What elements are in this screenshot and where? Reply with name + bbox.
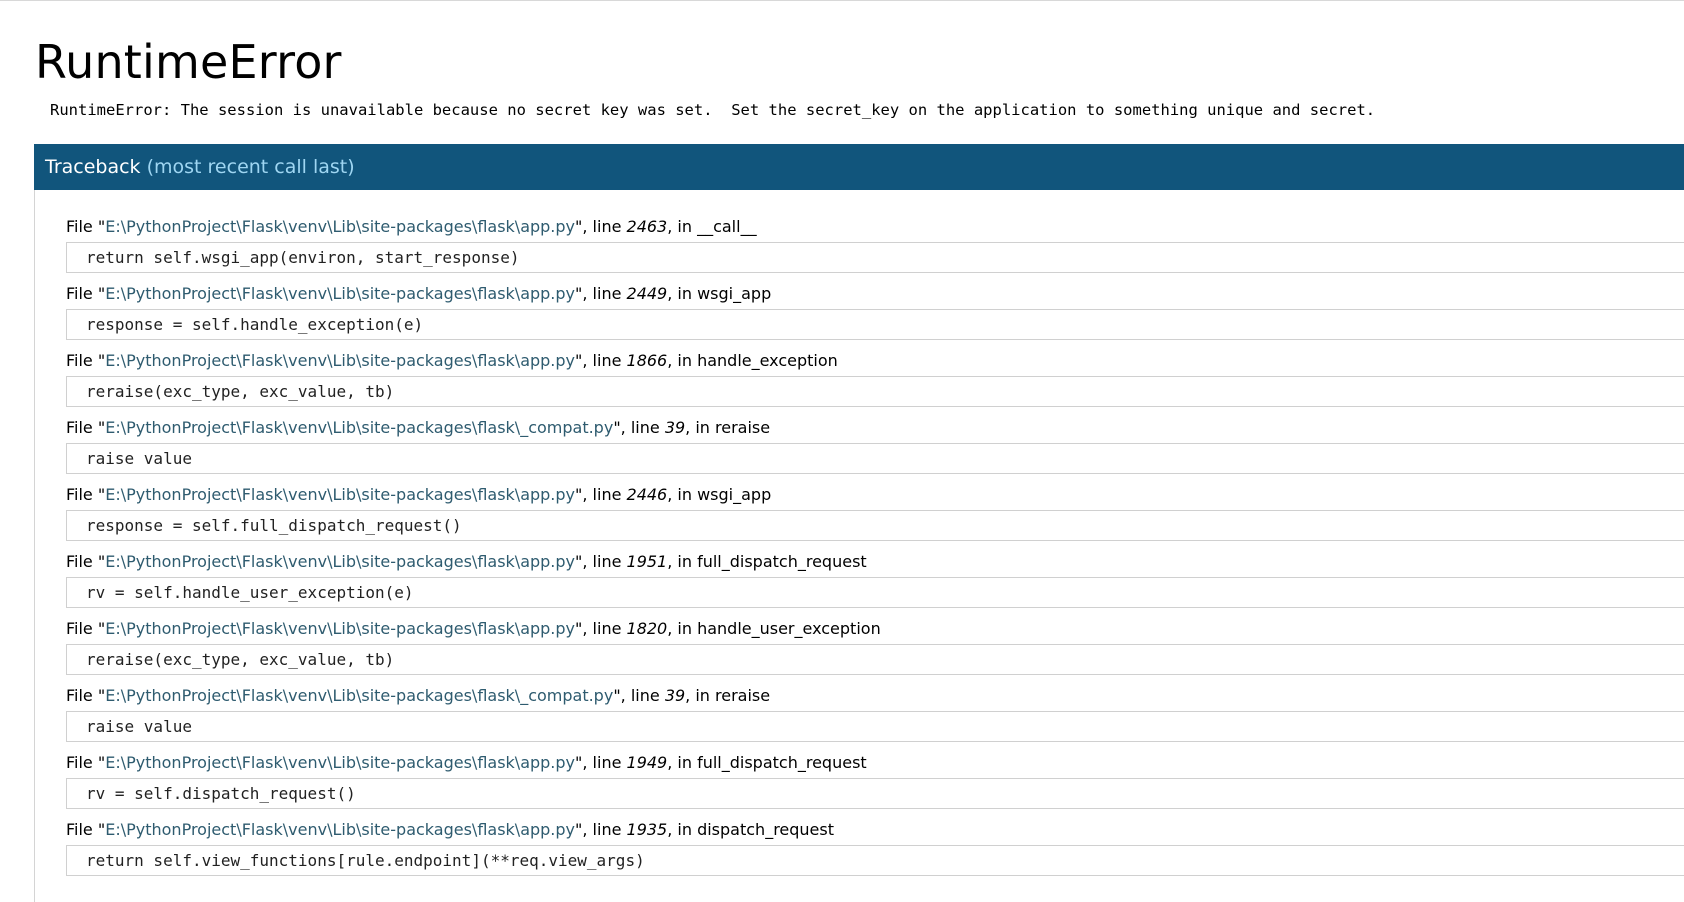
frame-lineno: 2449 [626, 284, 668, 303]
frame-lineno: 39 [664, 686, 686, 705]
frame-filename: E:\PythonProject\Flask\venv\Lib\site-pac… [105, 820, 576, 839]
frame-source-line[interactable]: rv = self.dispatch_request() [66, 778, 1684, 809]
frame-lineno: 2446 [626, 485, 668, 504]
frame-source-line[interactable]: rv = self.handle_user_exception(e) [66, 577, 1684, 608]
frame-location: File "E:\PythonProject\Flask\venv\Lib\si… [66, 284, 1684, 304]
frame-location: File "E:\PythonProject\Flask\venv\Lib\si… [66, 753, 1684, 773]
frame-function: dispatch_request [697, 820, 835, 839]
debugger-page: RuntimeError RuntimeError: The session i… [0, 0, 1684, 902]
traceback-frame: File "E:\PythonProject\Flask\venv\Lib\si… [66, 351, 1684, 407]
frame-line-prefix: ", line [613, 686, 665, 705]
frame-file-prefix: File " [66, 485, 106, 504]
frame-line-prefix: ", line [575, 284, 627, 303]
traceback-frame: File "E:\PythonProject\Flask\venv\Lib\si… [66, 217, 1684, 273]
frame-function: reraise [715, 686, 771, 705]
frame-lineno: 1820 [626, 619, 668, 638]
frame-file-prefix: File " [66, 418, 106, 437]
traceback-frame: File "E:\PythonProject\Flask\venv\Lib\si… [66, 485, 1684, 541]
frame-lineno: 2463 [626, 217, 668, 236]
top-divider [0, 0, 1684, 1]
frame-filename: E:\PythonProject\Flask\venv\Lib\site-pac… [105, 485, 576, 504]
frame-lineno: 1866 [626, 351, 668, 370]
frame-lineno: 39 [664, 418, 686, 437]
frame-location: File "E:\PythonProject\Flask\venv\Lib\si… [66, 820, 1684, 840]
frame-function: full_dispatch_request [697, 753, 867, 772]
frame-line-prefix: ", line [575, 351, 627, 370]
frame-file-prefix: File " [66, 753, 106, 772]
frame-func-prefix: , in [667, 552, 698, 571]
frame-function: reraise [715, 418, 771, 437]
frame-filename: E:\PythonProject\Flask\venv\Lib\site-pac… [105, 284, 576, 303]
frame-location: File "E:\PythonProject\Flask\venv\Lib\si… [66, 485, 1684, 505]
traceback-header-label: Traceback [45, 156, 141, 178]
frame-filename: E:\PythonProject\Flask\venv\Lib\site-pac… [105, 217, 576, 236]
frame-file-prefix: File " [66, 686, 106, 705]
frame-lineno: 1951 [626, 552, 668, 571]
frame-location: File "E:\PythonProject\Flask\venv\Lib\si… [66, 217, 1684, 237]
frame-source-line[interactable]: raise value [66, 443, 1684, 474]
frame-lineno: 1949 [626, 753, 668, 772]
frame-function: __call__ [697, 217, 757, 236]
traceback-frame: File "E:\PythonProject\Flask\venv\Lib\si… [66, 619, 1684, 675]
traceback-header-subtitle: (most recent call last) [146, 156, 355, 178]
frame-func-prefix: , in [667, 284, 698, 303]
frame-func-prefix: , in [667, 351, 698, 370]
frame-filename: E:\PythonProject\Flask\venv\Lib\site-pac… [105, 351, 576, 370]
frame-func-prefix: , in [667, 485, 698, 504]
frame-line-prefix: ", line [613, 418, 665, 437]
error-message: RuntimeError: The session is unavailable… [50, 101, 1376, 119]
frame-func-prefix: , in [685, 418, 716, 437]
traceback-header[interactable]: Traceback (most recent call last) [34, 144, 1684, 190]
frame-line-prefix: ", line [575, 820, 627, 839]
frame-source-line[interactable]: reraise(exc_type, exc_value, tb) [66, 644, 1684, 675]
frame-source-line[interactable]: response = self.full_dispatch_request() [66, 510, 1684, 541]
frame-function: full_dispatch_request [697, 552, 867, 571]
frame-filename: E:\PythonProject\Flask\venv\Lib\site-pac… [105, 619, 576, 638]
frame-source-line[interactable]: return self.view_functions[rule.endpoint… [66, 845, 1684, 876]
frame-location: File "E:\PythonProject\Flask\venv\Lib\si… [66, 619, 1684, 639]
frame-source-line[interactable]: reraise(exc_type, exc_value, tb) [66, 376, 1684, 407]
frame-line-prefix: ", line [575, 753, 627, 772]
frame-location: File "E:\PythonProject\Flask\venv\Lib\si… [66, 552, 1684, 572]
frame-source-line[interactable]: raise value [66, 711, 1684, 742]
frame-file-prefix: File " [66, 351, 106, 370]
frame-func-prefix: , in [685, 686, 716, 705]
traceback-frame: File "E:\PythonProject\Flask\venv\Lib\si… [66, 284, 1684, 340]
traceback-frames: File "E:\PythonProject\Flask\venv\Lib\si… [34, 190, 1684, 902]
frame-function: handle_exception [697, 351, 838, 370]
traceback-frame: File "E:\PythonProject\Flask\venv\Lib\si… [66, 753, 1684, 809]
frame-line-prefix: ", line [575, 217, 627, 236]
frame-filename: E:\PythonProject\Flask\venv\Lib\site-pac… [105, 753, 576, 772]
frame-source-line[interactable]: return self.wsgi_app(environ, start_resp… [66, 242, 1684, 273]
frame-func-prefix: , in [667, 753, 698, 772]
traceback-frame: File "E:\PythonProject\Flask\venv\Lib\si… [66, 418, 1684, 474]
frame-func-prefix: , in [667, 619, 698, 638]
frame-file-prefix: File " [66, 552, 106, 571]
traceback-frame: File "E:\PythonProject\Flask\venv\Lib\si… [66, 686, 1684, 742]
frame-filename: E:\PythonProject\Flask\venv\Lib\site-pac… [105, 418, 614, 437]
frame-file-prefix: File " [66, 217, 106, 236]
frame-file-prefix: File " [66, 619, 106, 638]
frame-function: handle_user_exception [697, 619, 881, 638]
frame-line-prefix: ", line [575, 619, 627, 638]
frame-location: File "E:\PythonProject\Flask\venv\Lib\si… [66, 418, 1684, 438]
frame-line-prefix: ", line [575, 485, 627, 504]
frame-function: wsgi_app [697, 284, 772, 303]
frame-filename: E:\PythonProject\Flask\venv\Lib\site-pac… [105, 686, 614, 705]
traceback-frame: File "E:\PythonProject\Flask\venv\Lib\si… [66, 552, 1684, 608]
frame-location: File "E:\PythonProject\Flask\venv\Lib\si… [66, 686, 1684, 706]
frame-lineno: 1935 [626, 820, 668, 839]
frame-file-prefix: File " [66, 284, 106, 303]
traceback-frame: File "E:\PythonProject\Flask\venv\Lib\si… [66, 820, 1684, 876]
frame-line-prefix: ", line [575, 552, 627, 571]
frame-filename: E:\PythonProject\Flask\venv\Lib\site-pac… [105, 552, 576, 571]
frame-func-prefix: , in [667, 217, 698, 236]
frame-location: File "E:\PythonProject\Flask\venv\Lib\si… [66, 351, 1684, 371]
frame-func-prefix: , in [667, 820, 698, 839]
error-title: RuntimeError [35, 35, 342, 89]
frame-source-line[interactable]: response = self.handle_exception(e) [66, 309, 1684, 340]
frame-function: wsgi_app [697, 485, 772, 504]
frame-file-prefix: File " [66, 820, 106, 839]
